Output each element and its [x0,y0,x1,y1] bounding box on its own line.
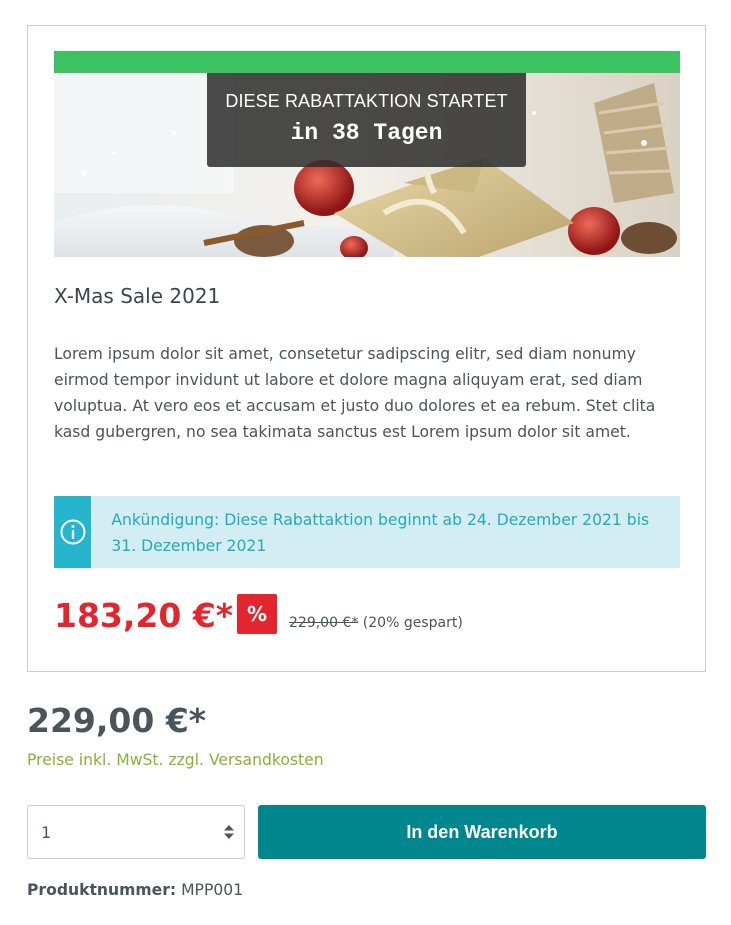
sale-price: 183,20 €* [54,596,234,635]
quantity-value: 1 [41,822,52,842]
product-number-label: Produktnummer: [27,881,177,899]
countdown-heading: DIESE RABATTAKTION STARTET [225,91,508,111]
countdown-time: in 38 Tagen [290,120,443,146]
product-number: Produktnummer: MPP001 [27,881,243,899]
campaign-banner: DIESE RABATTAKTION STARTET in 38 Tagen [54,51,680,257]
tax-shipping-link[interactable]: Preise inkl. MwSt. zzgl. Versandkosten [27,751,324,769]
savings-text: (20% gespart) [362,615,463,631]
quantity-select[interactable]: 1 [27,805,245,859]
countdown-overlay: DIESE RABATTAKTION STARTET in 38 Tagen [207,73,526,167]
info-icon [54,496,92,568]
old-price: 229,00 €* [289,615,359,631]
announcement-alert: Ankündigung: Diese Rabattaktion beginnt … [54,496,680,568]
announcement-text: Ankündigung: Diese Rabattaktion beginnt … [111,511,650,555]
product-number-value: MPP001 [181,881,244,899]
add-to-cart-button[interactable]: In den Warenkorb [258,805,706,859]
old-price-info: 229,00 €* (20% gespart) [289,615,463,631]
campaign-description: Lorem ipsum dolor sit amet, consetetur s… [54,345,656,441]
campaign-title: X-Mas Sale 2021 [54,284,221,308]
countdown-progress-bar [54,51,680,73]
discount-percent-badge: % [237,594,277,634]
product-price: 229,00 €* [27,701,207,740]
select-arrows-icon [224,825,234,839]
campaign-card: DIESE RABATTAKTION STARTET in 38 Tagen X… [27,25,706,672]
